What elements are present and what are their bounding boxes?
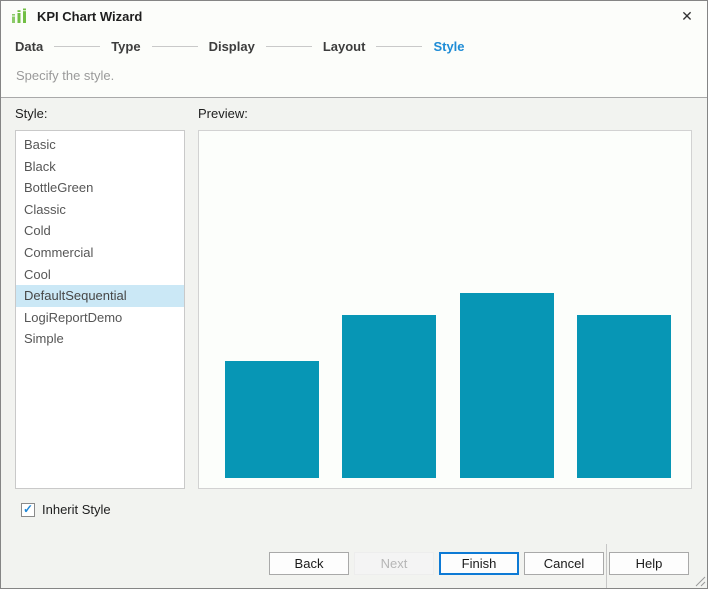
next-button[interactable]: Next bbox=[354, 552, 434, 575]
style-option-classic[interactable]: Classic bbox=[16, 199, 184, 221]
step-connector bbox=[152, 46, 198, 47]
style-option-black[interactable]: Black bbox=[16, 156, 184, 178]
step-data[interactable]: Data bbox=[15, 39, 43, 54]
finish-button[interactable]: Finish bbox=[439, 552, 519, 575]
style-option-cold[interactable]: Cold bbox=[16, 220, 184, 242]
wizard-header: KPI Chart Wizard ✕ Data Type Display Layout… bbox=[1, 1, 707, 98]
preview-bar bbox=[577, 315, 671, 478]
cancel-button[interactable]: Cancel bbox=[524, 552, 604, 575]
kpi-chart-wizard-dialog: KPI Chart Wizard ✕ Data Type Display Layout… bbox=[0, 0, 708, 589]
style-option-defaultsequential[interactable]: DefaultSequential bbox=[16, 285, 184, 307]
preview-chart bbox=[198, 130, 692, 489]
step-display[interactable]: Display bbox=[209, 39, 255, 54]
step-connector bbox=[54, 46, 100, 47]
style-list-label: Style: bbox=[15, 106, 48, 121]
step-nav: Data Type Display Layout Style bbox=[15, 33, 693, 59]
window-title: KPI Chart Wizard bbox=[37, 9, 142, 24]
step-description: Specify the style. bbox=[16, 68, 114, 83]
preview-bars bbox=[199, 131, 691, 478]
style-option-cool[interactable]: Cool bbox=[16, 264, 184, 286]
footer-divider bbox=[606, 544, 607, 589]
step-layout[interactable]: Layout bbox=[323, 39, 366, 54]
title-bar: KPI Chart Wizard ✕ bbox=[1, 1, 707, 31]
preview-bar bbox=[460, 293, 554, 478]
preview-bar bbox=[225, 361, 319, 478]
style-list[interactable]: BasicBlackBottleGreenClassicColdCommerci… bbox=[15, 130, 185, 489]
close-icon[interactable]: ✕ bbox=[675, 5, 699, 27]
button-row: BackNextFinishCancelHelp bbox=[269, 552, 689, 575]
inherit-style-label: Inherit Style bbox=[42, 502, 111, 517]
style-option-basic[interactable]: Basic bbox=[16, 134, 184, 156]
step-connector bbox=[266, 46, 312, 47]
inherit-style-checkbox[interactable]: ✓ Inherit Style bbox=[21, 502, 111, 517]
checkbox-box[interactable]: ✓ bbox=[21, 503, 35, 517]
resize-grip-icon[interactable] bbox=[693, 574, 706, 587]
preview-label: Preview: bbox=[198, 106, 248, 121]
kpi-chart-icon bbox=[11, 8, 28, 25]
style-option-logireportdemo[interactable]: LogiReportDemo bbox=[16, 307, 184, 329]
style-option-simple[interactable]: Simple bbox=[16, 328, 184, 350]
step-style[interactable]: Style bbox=[433, 39, 464, 54]
style-option-bottlegreen[interactable]: BottleGreen bbox=[16, 177, 184, 199]
back-button[interactable]: Back bbox=[269, 552, 349, 575]
help-button[interactable]: Help bbox=[609, 552, 689, 575]
step-type[interactable]: Type bbox=[111, 39, 140, 54]
step-connector bbox=[376, 46, 422, 47]
preview-bar bbox=[342, 315, 436, 478]
check-icon: ✓ bbox=[23, 503, 33, 515]
style-option-commercial[interactable]: Commercial bbox=[16, 242, 184, 264]
